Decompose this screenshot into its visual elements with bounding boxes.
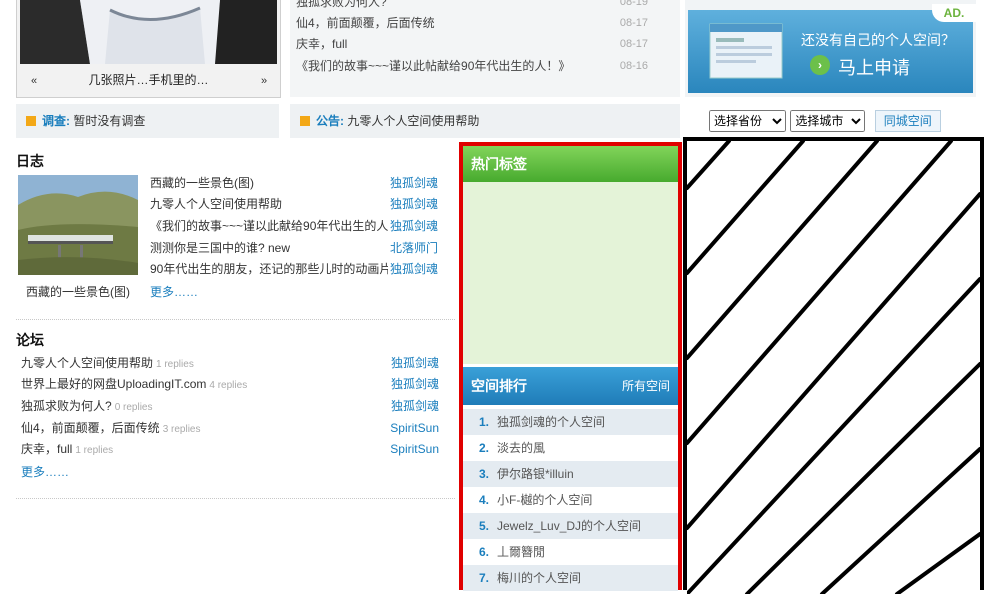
ranking-item[interactable]: 4. 小F-樾的个人空间 (463, 487, 678, 513)
city-filter: 选择省份 选择城市 同城空间 (709, 110, 941, 132)
ad-banner[interactable]: 还没有自己的个人空间？ › 马上申请 AD. (685, 0, 976, 97)
ad-headline: 还没有自己的个人空间？ (801, 32, 955, 48)
list-item[interactable]: 90年代出生的朋友，还记的那些儿时的动画片吗 独孤剑魂 (150, 259, 438, 281)
go-icon: › (810, 55, 830, 75)
city-select[interactable]: 选择城市 (790, 110, 866, 132)
survey-label: 调查: (42, 114, 70, 128)
forum-title: 论坛 (16, 332, 44, 348)
list-item[interactable]: 独孤求败为何人? 08-19 (296, 0, 648, 13)
table-row[interactable]: 仙4，前面颠覆，后面传统 3 replies SpiritSun (21, 418, 439, 440)
all-spaces-link[interactable]: 所有空间 (622, 367, 670, 405)
ranking-header: 空间排行 所有空间 (463, 367, 678, 405)
table-row[interactable]: 庆幸，full 1 replies SpiritSun (21, 439, 439, 461)
survey-text: 暂时没有调查 (73, 114, 146, 128)
ranking-item[interactable]: 1. 独孤剑魂的个人空间 (463, 409, 678, 435)
notice-label: 公告: (316, 114, 344, 128)
list-item[interactable]: 西藏的一些景色(图) 独孤剑魂 (150, 173, 438, 195)
photo-slideshow: « 几张照片…手机里的… » (16, 0, 281, 98)
diary-thumbnail-caption[interactable]: 西藏的一些景色(图) (26, 283, 130, 300)
recent-posts-list: 独孤求败为何人? 08-19 仙4，前面颠覆，后面传统 08-17 庆幸，full 0… (290, 0, 680, 97)
ranking-item[interactable]: 3. 伊尔路银*illuin (463, 461, 678, 487)
ranking-item[interactable]: 6. 丄爾簪閒 (463, 539, 678, 565)
diary-title: 日志 (16, 153, 44, 169)
same-city-button[interactable]: 同城空间 (874, 110, 941, 132)
diary-more-link[interactable]: 更多…… (150, 283, 198, 300)
photo-image[interactable] (20, 0, 277, 64)
ranking-item[interactable]: 2. 淡去的風 (463, 435, 678, 461)
list-item[interactable]: 九零人个人空间使用帮助 独孤剑魂 (150, 194, 438, 216)
table-row[interactable]: 独孤求败为何人? 0 replies 独孤剑魂 (21, 396, 439, 418)
divider (16, 498, 455, 499)
list-item[interactable]: 测测你是三国中的谁? new 北落师门 (150, 238, 438, 260)
diary-thumbnail[interactable] (18, 175, 138, 275)
next-photo-arrow[interactable]: » (261, 75, 267, 87)
photo-caption[interactable]: 几张照片…手机里的… (17, 68, 280, 92)
ad-badge: AD. (932, 4, 976, 22)
ranking-item[interactable]: 7. 梅川的个人空间 (463, 565, 678, 591)
notice-link[interactable]: 九零人个人空间使用帮助 (347, 114, 479, 128)
list-item[interactable]: 《我们的故事~~~谨以此帖献给90年代出生的人！》 08-16 (296, 56, 648, 77)
hot-tags-area (463, 182, 678, 364)
screenshot-icon (709, 23, 783, 79)
divider (16, 319, 455, 320)
square-bullet-icon (26, 116, 36, 126)
notice-bar: 公告: 九零人个人空间使用帮助 (290, 104, 680, 138)
survey-bar: 调查: 暂时没有调查 (16, 104, 279, 138)
list-item[interactable]: 仙4，前面颠覆，后面传统 08-17 (296, 13, 648, 34)
ad-image[interactable]: 还没有自己的个人空间？ › 马上申请 (688, 10, 973, 93)
ranking-item[interactable]: 5. Jewelz_Luv_DJ的个人空间 (463, 513, 678, 539)
province-select[interactable]: 选择省份 (709, 110, 786, 132)
forum-more-link[interactable]: 更多…… (21, 463, 69, 480)
table-row[interactable]: 九零人个人空间使用帮助 1 replies 独孤剑魂 (21, 353, 439, 375)
table-row[interactable]: 世界上最好的网盘UploadingIT.com 4 replies 独孤剑魂 (21, 374, 439, 396)
square-bullet-icon (300, 116, 310, 126)
redacted-area (683, 137, 984, 594)
apply-now-button[interactable]: 马上申请 (838, 54, 910, 80)
list-item[interactable]: 庆幸，full 08-17 (296, 34, 648, 55)
list-item[interactable]: 《我们的故事~~~谨以此献给90年代出生的人！》 独孤剑魂 (150, 216, 438, 238)
ranking-title: 空间排行 (471, 378, 527, 394)
hot-tags-header: 热门标签 (463, 146, 678, 182)
sidebar-panel: 热门标签 空间排行 所有空间 1. 独孤剑魂的个人空间 2. 淡去的風 3. 伊尔路银… (459, 142, 682, 591)
